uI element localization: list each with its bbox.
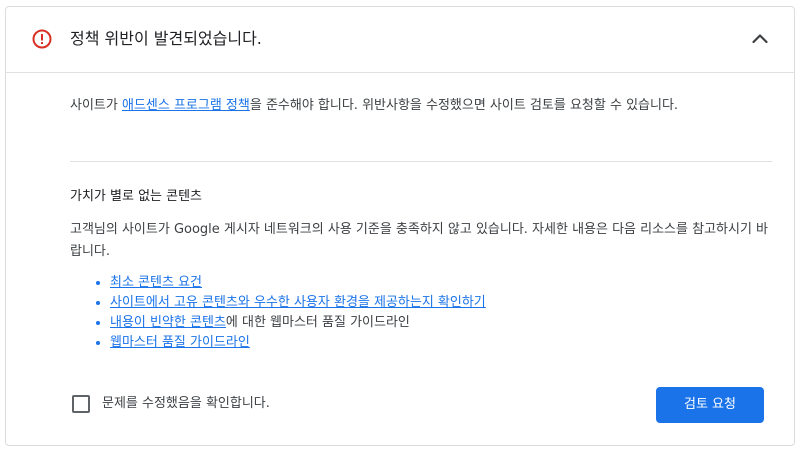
confirm-fix-row[interactable]: 문제를 수정했음을 확인합니다. bbox=[72, 393, 270, 415]
resource-list: 최소 콘텐츠 요건 사이트에서 고유 콘텐츠와 우수한 사용자 환경을 제공하는… bbox=[70, 273, 770, 353]
list-item: 사이트에서 고유 콘텐츠와 우수한 사용자 환경을 제공하는지 확인하기 bbox=[110, 293, 770, 313]
confirm-fix-label: 문제를 수정했음을 확인합니다. bbox=[102, 396, 270, 411]
resource-link-min-content[interactable]: 최소 콘텐츠 요건 bbox=[110, 275, 202, 290]
resource-text-thin-content: 에 대한 웹마스터 품질 가이드라인 bbox=[225, 315, 410, 330]
intro-suffix: 을 준수해야 합니다. 위반사항을 수정했으면 사이트 검토를 요청할 수 있습… bbox=[249, 98, 679, 113]
violation-type-title: 가치가 별로 없는 콘텐츠 bbox=[70, 189, 202, 204]
resource-link-unique-content[interactable]: 사이트에서 고유 콘텐츠와 우수한 사용자 환경을 제공하는지 확인하기 bbox=[110, 295, 486, 310]
policy-violation-card: 정책 위반이 발견되었습니다. 사이트가 애드센스 프로그램 정책을 준수해야 … bbox=[5, 6, 795, 446]
card-header[interactable]: 정책 위반이 발견되었습니다. bbox=[6, 7, 794, 73]
page-title: 정책 위반이 발견되었습니다. bbox=[70, 29, 262, 48]
policy-intro: 사이트가 애드센스 프로그램 정책을 준수해야 합니다. 위반사항을 수정했으면… bbox=[70, 95, 770, 117]
confirm-fix-checkbox[interactable] bbox=[72, 395, 90, 413]
adsense-policy-link[interactable]: 애드센스 프로그램 정책 bbox=[122, 98, 250, 113]
chevron-up-icon bbox=[752, 34, 768, 44]
list-item: 내용이 빈약한 콘텐츠에 대한 웹마스터 품질 가이드라인 bbox=[110, 313, 770, 333]
resource-link-thin-content[interactable]: 내용이 빈약한 콘텐츠 bbox=[110, 315, 226, 330]
intro-prefix: 사이트가 bbox=[70, 98, 122, 113]
violation-description: 고객님의 사이트가 Google 게시자 네트워크의 사용 기준을 충족하지 않… bbox=[70, 222, 769, 259]
list-item: 웹마스터 품질 가이드라인 bbox=[110, 333, 770, 353]
list-item: 최소 콘텐츠 요건 bbox=[110, 273, 770, 293]
request-review-button[interactable]: 검토 요청 bbox=[656, 387, 764, 423]
collapse-button[interactable] bbox=[746, 25, 774, 53]
section-divider bbox=[70, 161, 772, 162]
resource-link-webmaster-guidelines[interactable]: 웹마스터 품질 가이드라인 bbox=[110, 335, 250, 350]
error-circle-icon bbox=[32, 29, 52, 49]
